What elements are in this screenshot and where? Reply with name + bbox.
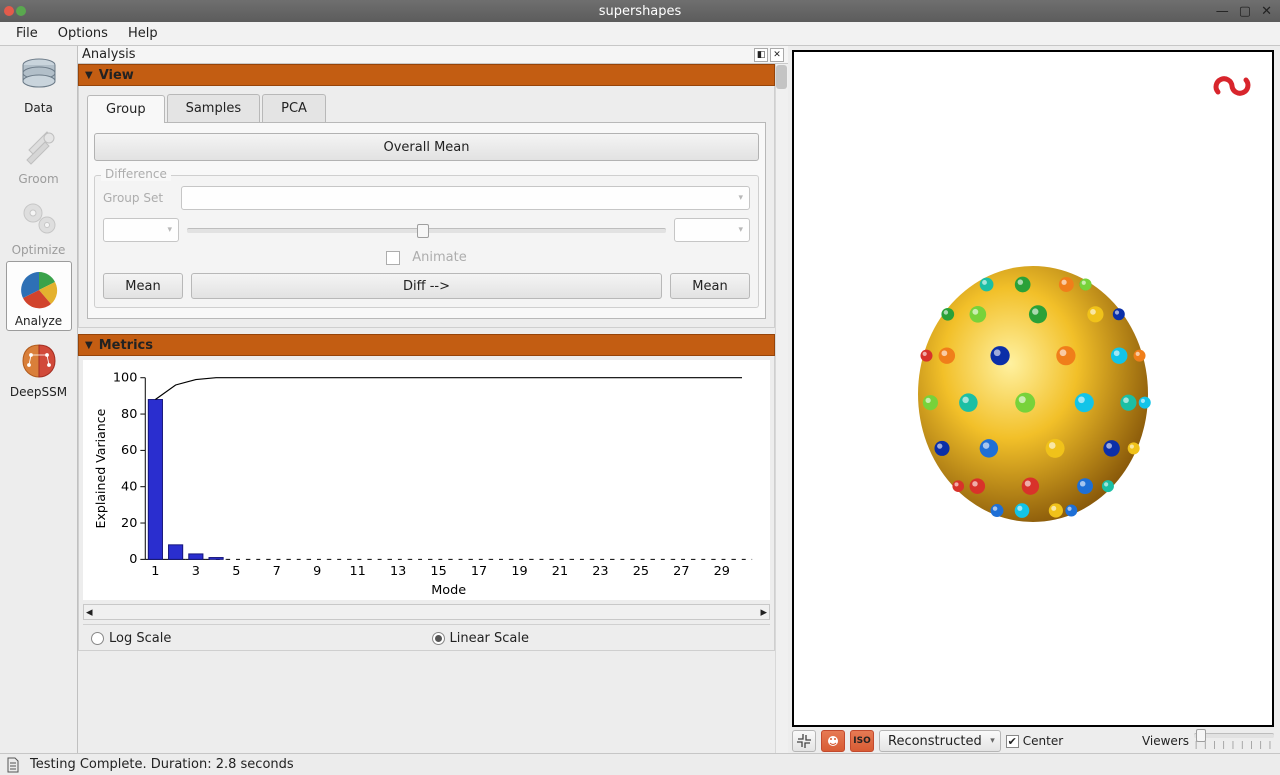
tab-pca[interactable]: PCA: [262, 94, 326, 122]
svg-text:60: 60: [121, 442, 137, 457]
tab-samples[interactable]: Samples: [167, 94, 261, 122]
window-title: supershapes: [0, 4, 1280, 19]
document-icon: [6, 757, 20, 773]
linear-scale-label: Linear Scale: [450, 631, 530, 646]
svg-text:20: 20: [121, 515, 137, 530]
database-icon: [15, 53, 63, 101]
dock-header: Analysis ◧ ✕: [78, 46, 788, 64]
animate-checkbox[interactable]: [386, 251, 400, 265]
status-text: Testing Complete. Duration: 2.8 seconds: [30, 757, 294, 772]
close-icon[interactable]: ✕: [1261, 4, 1272, 19]
svg-text:7: 7: [273, 563, 281, 578]
log-scale-radio[interactable]: [91, 632, 104, 645]
metrics-chart: 0204060801001357911131517192123252729Mod…: [83, 360, 770, 600]
svg-text:25: 25: [633, 563, 649, 578]
svg-text:80: 80: [121, 406, 137, 421]
dock-float-button[interactable]: ◧: [754, 48, 768, 62]
log-scale-label: Log Scale: [109, 631, 171, 646]
section-header-metrics[interactable]: ▼ Metrics: [78, 334, 775, 356]
maximize-icon[interactable]: ▢: [1239, 4, 1251, 19]
svg-text:Explained Variance: Explained Variance: [93, 408, 108, 528]
sidebar-item-deepssm[interactable]: DeepSSM: [6, 332, 72, 402]
sidebar-item-data[interactable]: Data: [6, 48, 72, 118]
viewer-toolbar: ISO Reconstructed ✔ Center Viewers | | |…: [792, 727, 1274, 753]
sidebar-item-label: Data: [24, 101, 53, 115]
overall-mean-button[interactable]: Overall Mean: [94, 133, 759, 161]
left-sidebar: Data Groom Optimize: [0, 46, 78, 753]
svg-text:27: 27: [673, 563, 689, 578]
svg-text:0: 0: [129, 551, 137, 566]
svg-text:40: 40: [121, 479, 137, 494]
close-dot-icon[interactable]: [4, 6, 14, 16]
viewers-label: Viewers: [1142, 734, 1189, 748]
window-titlebar: supershapes — ▢ ✕: [0, 0, 1280, 22]
group-set-combo[interactable]: ▾: [181, 186, 750, 210]
brain-icon: [15, 337, 63, 385]
svg-text:3: 3: [192, 563, 200, 578]
minimize-icon[interactable]: —: [1216, 4, 1229, 19]
svg-text:21: 21: [552, 563, 568, 578]
diff-slider[interactable]: [187, 228, 666, 233]
collapse-triangle-icon: ▼: [85, 340, 93, 351]
animate-label: Animate: [412, 250, 466, 265]
group-set-label: Group Set: [103, 191, 173, 205]
svg-text:15: 15: [430, 563, 446, 578]
collapse-all-button[interactable]: [792, 730, 816, 752]
svg-text:11: 11: [350, 563, 366, 578]
svg-text:100: 100: [113, 370, 137, 385]
supershape-render: [908, 254, 1158, 524]
svg-text:17: 17: [471, 563, 487, 578]
svg-text:29: 29: [714, 563, 730, 578]
section-header-view[interactable]: ▼ View: [78, 64, 775, 86]
panel-scrollbar[interactable]: [775, 64, 788, 753]
iso-button[interactable]: ISO: [850, 730, 874, 752]
viewers-slider[interactable]: [1194, 733, 1274, 738]
menu-file[interactable]: File: [6, 23, 48, 44]
collapse-triangle-icon: ▼: [85, 70, 93, 81]
viewer-canvas[interactable]: [792, 50, 1274, 727]
sidebar-item-label: Analyze: [15, 314, 62, 328]
center-label: Center: [1023, 734, 1063, 748]
center-checkbox[interactable]: ✔: [1006, 735, 1019, 748]
dock-title: Analysis: [82, 47, 136, 62]
section-title: Metrics: [99, 338, 153, 353]
sidebar-item-label: Optimize: [12, 243, 66, 257]
menu-help[interactable]: Help: [118, 23, 168, 44]
render-mode-button[interactable]: [821, 730, 845, 752]
diff-button[interactable]: Diff -->: [191, 273, 662, 299]
sidebar-item-label: Groom: [18, 172, 58, 186]
sidebar-item-groom[interactable]: Groom: [6, 119, 72, 189]
svg-text:23: 23: [592, 563, 608, 578]
linear-scale-radio[interactable]: [432, 632, 445, 645]
view-mode-dropdown[interactable]: Reconstructed: [879, 730, 1001, 752]
pie-chart-icon: [15, 266, 63, 314]
svg-text:Mode: Mode: [431, 582, 466, 597]
zoom-dot-icon[interactable]: [16, 6, 26, 16]
tab-group[interactable]: Group: [87, 95, 165, 123]
sidebar-item-optimize[interactable]: Optimize: [6, 190, 72, 260]
app-logo-icon: [1208, 66, 1256, 98]
menubar: File Options Help: [0, 22, 1280, 46]
menu-options[interactable]: Options: [48, 23, 118, 44]
window-traffic-lights: [0, 6, 26, 16]
sidebar-item-analyze[interactable]: Analyze: [6, 261, 72, 331]
dock-close-button[interactable]: ✕: [770, 48, 784, 62]
svg-text:1: 1: [151, 563, 159, 578]
mean-left-button[interactable]: Mean: [103, 273, 183, 299]
svg-text:13: 13: [390, 563, 406, 578]
slider-ticks: | | | | | | | | |: [1195, 740, 1274, 749]
statusbar: Testing Complete. Duration: 2.8 seconds: [0, 753, 1280, 775]
sidebar-item-label: DeepSSM: [10, 385, 67, 399]
diff-right-combo[interactable]: ▾: [674, 218, 750, 242]
fieldset-legend: Difference: [101, 167, 171, 181]
diff-left-combo[interactable]: ▾: [103, 218, 179, 242]
gears-icon: [15, 195, 63, 243]
svg-text:19: 19: [511, 563, 527, 578]
svg-text:5: 5: [232, 563, 240, 578]
svg-text:9: 9: [313, 563, 321, 578]
chart-hscroll[interactable]: ◂▸: [83, 604, 770, 620]
section-title: View: [99, 68, 134, 83]
tools-icon: [15, 124, 63, 172]
mean-right-button[interactable]: Mean: [670, 273, 750, 299]
